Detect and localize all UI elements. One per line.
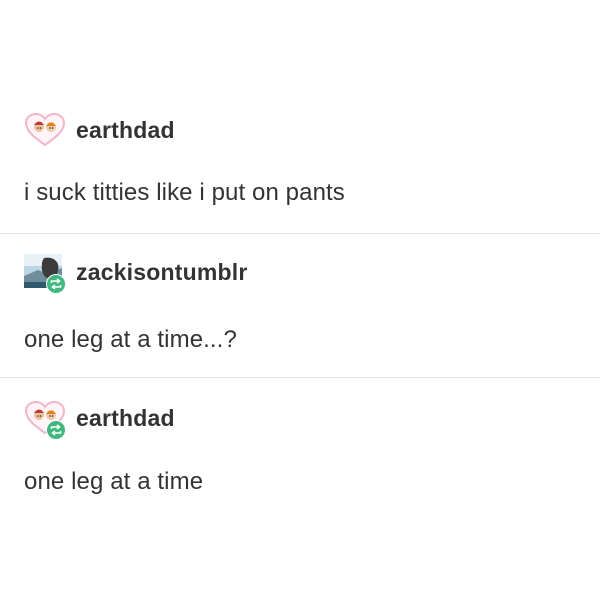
- username[interactable]: zackisontumblr: [76, 259, 248, 286]
- post-header: zackisontumblr: [24, 254, 248, 294]
- username[interactable]: earthdad: [76, 117, 175, 144]
- divider: [0, 377, 600, 378]
- post-header: earthdad: [24, 400, 175, 440]
- reblog-thread: earthdad i suck titties like i put on pa…: [0, 0, 600, 600]
- post-text: one leg at a time...?: [24, 326, 237, 353]
- heart-avatar-icon[interactable]: [24, 112, 66, 148]
- post-header: earthdad: [24, 112, 175, 148]
- heart-avatar-icon[interactable]: [24, 400, 66, 440]
- reblog-icon: [46, 420, 66, 440]
- post-text: one leg at a time: [24, 468, 204, 495]
- divider: [0, 233, 600, 234]
- post-text: i suck titties like i put on pants: [24, 179, 345, 206]
- photo-avatar-icon[interactable]: [24, 254, 66, 294]
- username[interactable]: earthdad: [76, 405, 175, 432]
- reblog-icon: [46, 274, 66, 294]
